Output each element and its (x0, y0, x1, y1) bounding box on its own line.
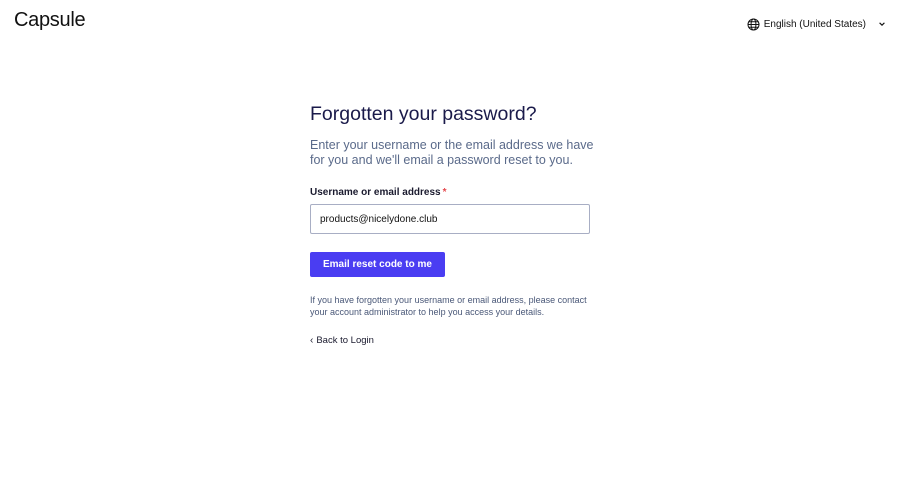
language-selector[interactable]: English (United States) (747, 15, 886, 33)
email-reset-code-button[interactable]: Email reset code to me (310, 252, 445, 277)
username-field-label: Username or email address * (310, 187, 600, 199)
reset-form: Forgotten your password? Enter your user… (310, 100, 600, 348)
username-email-input[interactable] (310, 204, 590, 234)
page-title: Forgotten your password? (310, 103, 537, 125)
intro-text: Enter your username or the email address… (310, 138, 594, 167)
back-link-label: Back to Login (316, 335, 374, 346)
language-label: English (United States) (763, 18, 866, 30)
required-marker: * (442, 187, 447, 198)
back-to-login-link[interactable]: ‹ Back to Login (310, 335, 374, 346)
username-label-text: Username or email address (310, 187, 441, 198)
back-chevron-icon: ‹ (310, 335, 314, 346)
help-text: If you have forgotten your username or e… (310, 295, 587, 317)
forgot-password-page: Capsule English (United States) Forgotte… (0, 0, 900, 484)
chevron-down-icon (878, 20, 886, 28)
globe-icon (747, 17, 760, 31)
capsule-logo[interactable]: Capsule (14, 9, 86, 32)
